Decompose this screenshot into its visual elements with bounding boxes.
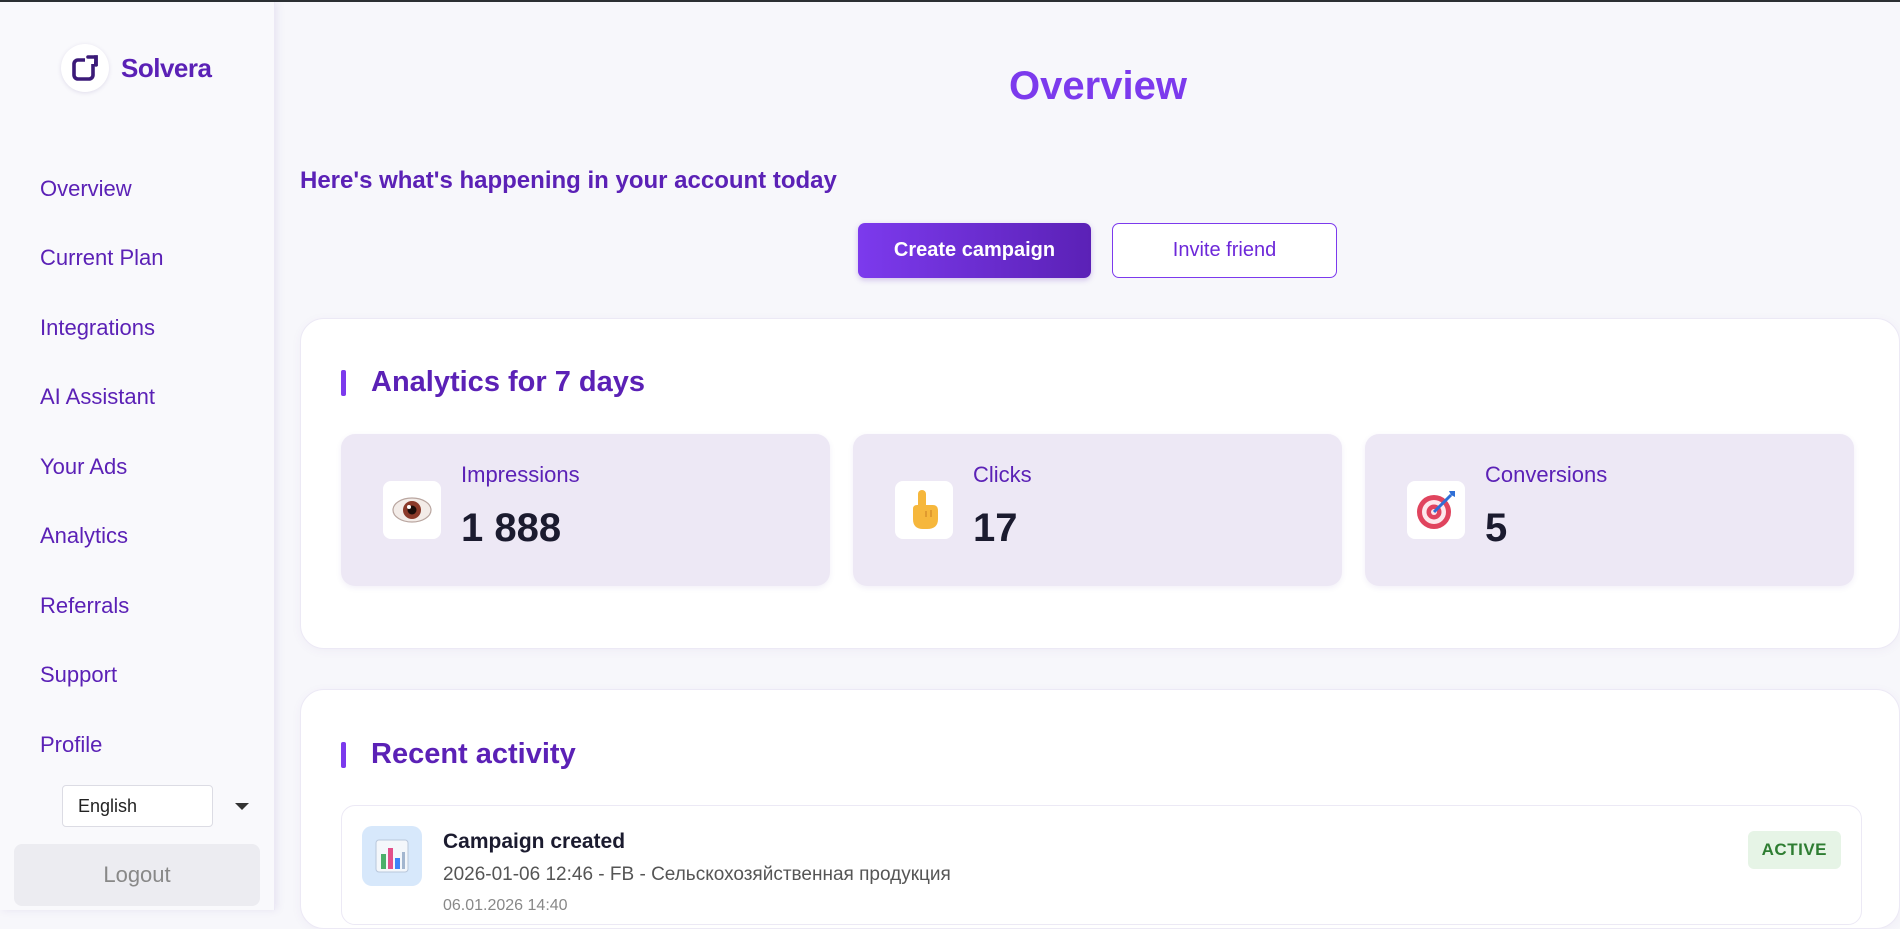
sidebar-nav: Overview Current Plan Integrations AI As…: [40, 154, 164, 780]
create-campaign-button[interactable]: Create campaign: [858, 223, 1091, 278]
sidebar-item-profile[interactable]: Profile: [40, 710, 164, 780]
analytics-card: Analytics for 7 days Impressions 1 888 C…: [300, 318, 1900, 649]
analytics-header: Analytics for 7 days: [341, 366, 645, 399]
brand-name: Solvera: [121, 52, 212, 83]
stat-card-clicks: Clicks 17: [853, 434, 1342, 586]
main-content: Overview Here's what's happening in your…: [275, 2, 1900, 929]
sidebar-item-label: Your Ads: [40, 453, 128, 479]
sidebar-item-analytics[interactable]: Analytics: [40, 502, 164, 572]
status-badge: ACTIVE: [1747, 831, 1841, 869]
stat-value: 1 888: [461, 506, 562, 550]
pointing-hand-icon: [895, 481, 953, 539]
activity-title-text: Campaign created: [443, 830, 626, 853]
sidebar-item-ai-assistant[interactable]: AI Assistant: [40, 363, 164, 433]
sidebar-item-label: Analytics: [40, 523, 129, 549]
logo-icon: [61, 44, 109, 92]
stat-label: Clicks: [973, 462, 1032, 487]
sidebar-item-support[interactable]: Support: [40, 641, 164, 711]
sidebar-item-current-plan[interactable]: Current Plan: [40, 224, 164, 294]
logout-button[interactable]: Logout: [14, 844, 260, 906]
sidebar-item-label: Referrals: [40, 592, 130, 618]
sidebar-item-label: Support: [40, 662, 118, 688]
sidebar-item-overview[interactable]: Overview: [40, 154, 164, 224]
stat-card-conversions: Conversions 5: [1365, 434, 1854, 586]
sidebar-item-integrations[interactable]: Integrations: [40, 293, 164, 363]
language-select[interactable]: English: [62, 785, 249, 827]
sidebar-item-label: Current Plan: [40, 245, 164, 271]
stat-value: 5: [1485, 506, 1508, 550]
sidebar-item-label: AI Assistant: [40, 384, 155, 410]
window-top-border: [0, 0, 1900, 2]
sidebar-item-label: Integrations: [40, 314, 155, 340]
chevron-down-icon[interactable]: [235, 802, 249, 810]
page-title: Overview: [1009, 64, 1187, 108]
sidebar: Solvera Overview Current Plan Integratio…: [0, 2, 275, 910]
recent-activity-card: Recent activity Campaign created 2026-01…: [300, 689, 1900, 929]
section-accent-bar: [341, 741, 346, 768]
page-subtitle: Here's what's happening in your account …: [300, 167, 837, 194]
section-accent-bar: [341, 369, 346, 396]
activity-header: Recent activity: [341, 738, 576, 771]
activity-title: Recent activity: [371, 738, 576, 770]
bar-chart-icon: [362, 826, 422, 886]
language-select-value[interactable]: English: [62, 785, 213, 827]
target-icon: [1407, 481, 1465, 539]
sidebar-item-label: Profile: [40, 731, 103, 757]
sidebar-item-referrals[interactable]: Referrals: [40, 571, 164, 641]
activity-meta: 2026-01-06 12:46 - FB - Сельскохозяйстве…: [443, 864, 951, 885]
stat-card-impressions: Impressions 1 888: [341, 434, 830, 586]
brand[interactable]: Solvera: [61, 44, 212, 92]
sidebar-item-label: Overview: [40, 175, 132, 201]
invite-friend-button[interactable]: Invite friend: [1112, 223, 1337, 278]
eye-icon: [383, 481, 441, 539]
stat-value: 17: [973, 506, 1018, 550]
activity-date: 06.01.2026 14:40: [443, 897, 568, 914]
list-item[interactable]: Campaign created 2026-01-06 12:46 - FB -…: [341, 805, 1862, 925]
stat-label: Impressions: [461, 462, 580, 487]
stat-label: Conversions: [1485, 462, 1608, 487]
sidebar-item-your-ads[interactable]: Your Ads: [40, 432, 164, 502]
analytics-title: Analytics for 7 days: [371, 366, 645, 398]
